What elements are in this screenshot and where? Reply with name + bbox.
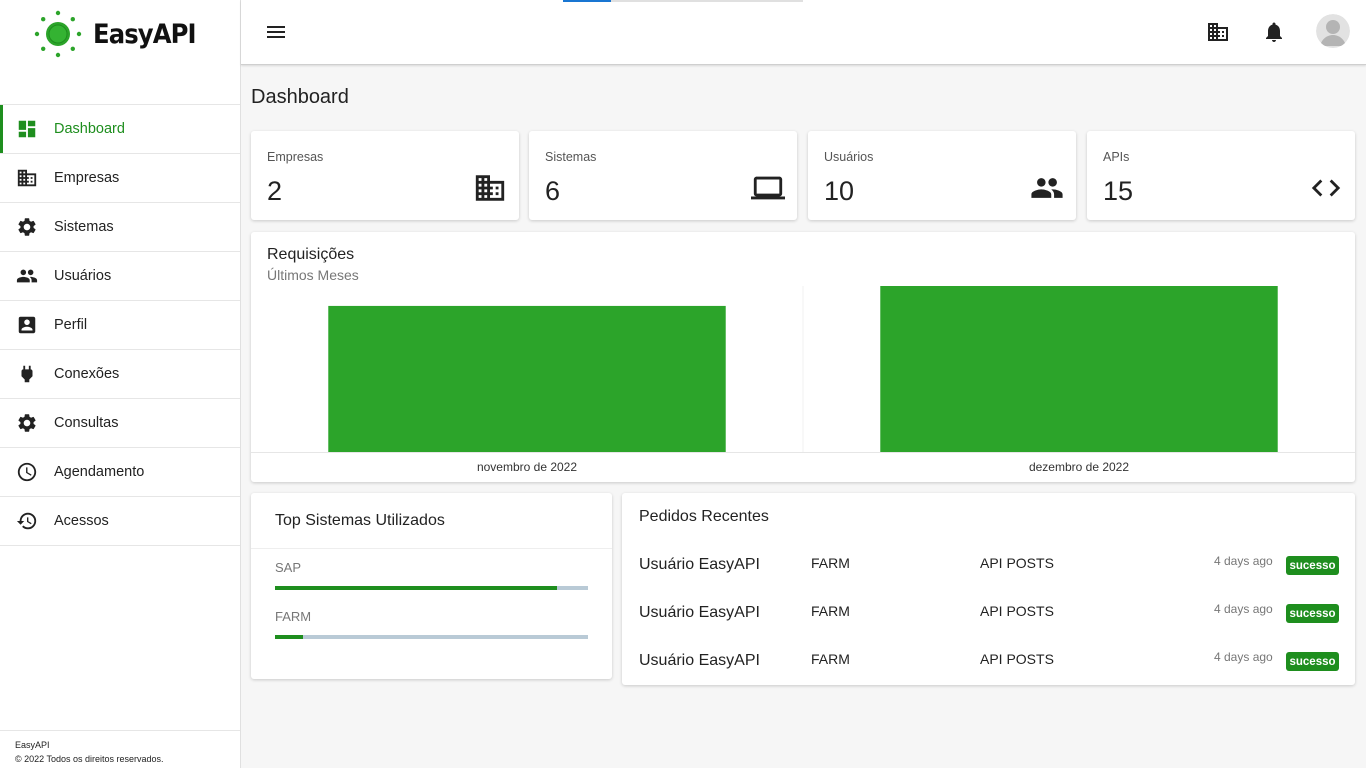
gear-icon	[16, 412, 38, 434]
sidebar-nav: Dashboard Empresas Sistemas Usuários Per…	[0, 104, 240, 546]
sidebar-item-label: Perfil	[54, 317, 88, 333]
order-time: 4 days ago	[1214, 602, 1273, 616]
requests-chart-card: Requisições Últimos Meses novembro de 20…	[251, 232, 1355, 482]
chart-subtitle: Últimos Meses	[267, 267, 359, 283]
sidebar-item-label: Dashboard	[54, 121, 125, 137]
account-box-icon	[16, 314, 38, 336]
sidebar-item-agendamento[interactable]: Agendamento	[0, 448, 240, 497]
status-badge: sucesso	[1286, 604, 1339, 623]
system-usage-fill	[275, 635, 304, 639]
app-name: EasyAPI	[92, 18, 197, 50]
divider	[251, 548, 612, 549]
system-usage-bar	[275, 635, 588, 639]
order-row[interactable]: Usuário EasyAPI FARM API POSTS 4 days ag…	[622, 549, 1355, 579]
stat-label: Sistemas	[545, 150, 597, 164]
laptop-icon	[751, 171, 785, 205]
business-icon[interactable]	[1206, 20, 1230, 44]
system-usage-fill	[275, 586, 557, 590]
order-system: FARM	[811, 651, 850, 667]
sidebar-item-conexoes[interactable]: Conexões	[0, 350, 240, 399]
sidebar-item-label: Conexões	[54, 366, 120, 382]
chart-title: Requisições	[267, 246, 355, 263]
order-system: FARM	[811, 555, 850, 571]
footer-copyright: © 2022 Todos os direitos reservados.	[15, 754, 164, 764]
sidebar-item-label: Acessos	[54, 513, 109, 529]
stat-label: Usuários	[824, 150, 874, 164]
code-icon	[1309, 171, 1343, 205]
order-user: Usuário EasyAPI	[639, 556, 760, 573]
sidebar-item-sistemas[interactable]: Sistemas	[0, 203, 240, 252]
stat-value: 6	[545, 176, 561, 206]
system-usage-bar	[275, 586, 588, 590]
loading-indicator	[563, 0, 803, 2]
top-systems-card: Top Sistemas Utilizados SAP FARM	[251, 493, 612, 679]
history-icon	[16, 510, 38, 532]
page-title: Dashboard	[251, 86, 349, 108]
top-bar	[241, 0, 1366, 65]
sidebar-footer: EasyAPI © 2022 Todos os direitos reserva…	[0, 730, 240, 768]
sidebar: EasyAPI Dashboard Empresas Sistemas Usuá…	[0, 0, 241, 768]
gear-icon	[16, 216, 38, 238]
sun-logo-icon	[34, 10, 82, 58]
sidebar-item-label: Empresas	[54, 170, 120, 186]
order-row[interactable]: Usuário EasyAPI FARM API POSTS 4 days ag…	[622, 645, 1355, 675]
recent-orders-title: Pedidos Recentes	[639, 508, 769, 525]
order-api: API POSTS	[980, 555, 1054, 571]
bell-icon[interactable]	[1262, 20, 1286, 44]
top-systems-title: Top Sistemas Utilizados	[275, 512, 445, 529]
system-label: FARM	[275, 609, 312, 624]
stat-value: 15	[1103, 176, 1134, 206]
order-time: 4 days ago	[1214, 554, 1273, 568]
x-tick-label: novembro de 2022	[477, 460, 577, 474]
sidebar-item-label: Consultas	[54, 415, 119, 431]
dashboard-icon	[16, 118, 38, 140]
footer-app-name: EasyAPI	[15, 740, 50, 750]
requests-bar-chart: novembro de 2022 dezembro de 2022	[251, 286, 1355, 474]
stat-value: 10	[824, 176, 855, 206]
people-icon	[16, 265, 38, 287]
order-api: API POSTS	[980, 603, 1054, 619]
business-icon	[473, 171, 507, 205]
system-label: SAP	[275, 560, 302, 575]
bar-0[interactable]	[328, 305, 726, 452]
order-system: FARM	[811, 603, 850, 619]
menu-icon[interactable]	[264, 20, 288, 44]
people-icon	[1030, 171, 1064, 205]
recent-orders-card: Pedidos Recentes Usuário EasyAPI FARM AP…	[622, 493, 1355, 685]
plug-icon	[16, 363, 38, 385]
stat-value: 2	[267, 176, 283, 206]
order-row[interactable]: Usuário EasyAPI FARM API POSTS 4 days ag…	[622, 597, 1355, 627]
logo[interactable]: EasyAPI	[0, 0, 240, 104]
order-time: 4 days ago	[1214, 650, 1273, 664]
status-badge: sucesso	[1286, 652, 1339, 671]
sidebar-item-dashboard[interactable]: Dashboard	[0, 105, 240, 154]
stat-label: Empresas	[267, 150, 324, 164]
sidebar-item-label: Sistemas	[54, 219, 114, 235]
stat-label: APIs	[1103, 150, 1130, 164]
order-api: API POSTS	[980, 651, 1054, 667]
sidebar-item-empresas[interactable]: Empresas	[0, 154, 240, 203]
sidebar-item-acessos[interactable]: Acessos	[0, 497, 240, 546]
x-tick-label: dezembro de 2022	[1029, 460, 1129, 474]
sidebar-item-consultas[interactable]: Consultas	[0, 399, 240, 448]
order-user: Usuário EasyAPI	[639, 652, 760, 669]
avatar[interactable]	[1316, 14, 1350, 48]
order-user: Usuário EasyAPI	[639, 604, 760, 621]
business-icon	[16, 167, 38, 189]
sidebar-item-label: Agendamento	[54, 464, 145, 480]
stat-card-sistemas[interactable]: Sistemas 6	[529, 131, 797, 220]
sidebar-item-usuarios[interactable]: Usuários	[0, 252, 240, 301]
stat-card-empresas[interactable]: Empresas 2	[251, 131, 519, 220]
stat-card-usuarios[interactable]: Usuários 10	[808, 131, 1076, 220]
clock-icon	[16, 461, 38, 483]
sidebar-item-perfil[interactable]: Perfil	[0, 301, 240, 350]
bar-1[interactable]	[880, 286, 1278, 452]
status-badge: sucesso	[1286, 556, 1339, 575]
stat-card-apis[interactable]: APIs 15	[1087, 131, 1355, 220]
sidebar-item-label: Usuários	[54, 268, 112, 284]
